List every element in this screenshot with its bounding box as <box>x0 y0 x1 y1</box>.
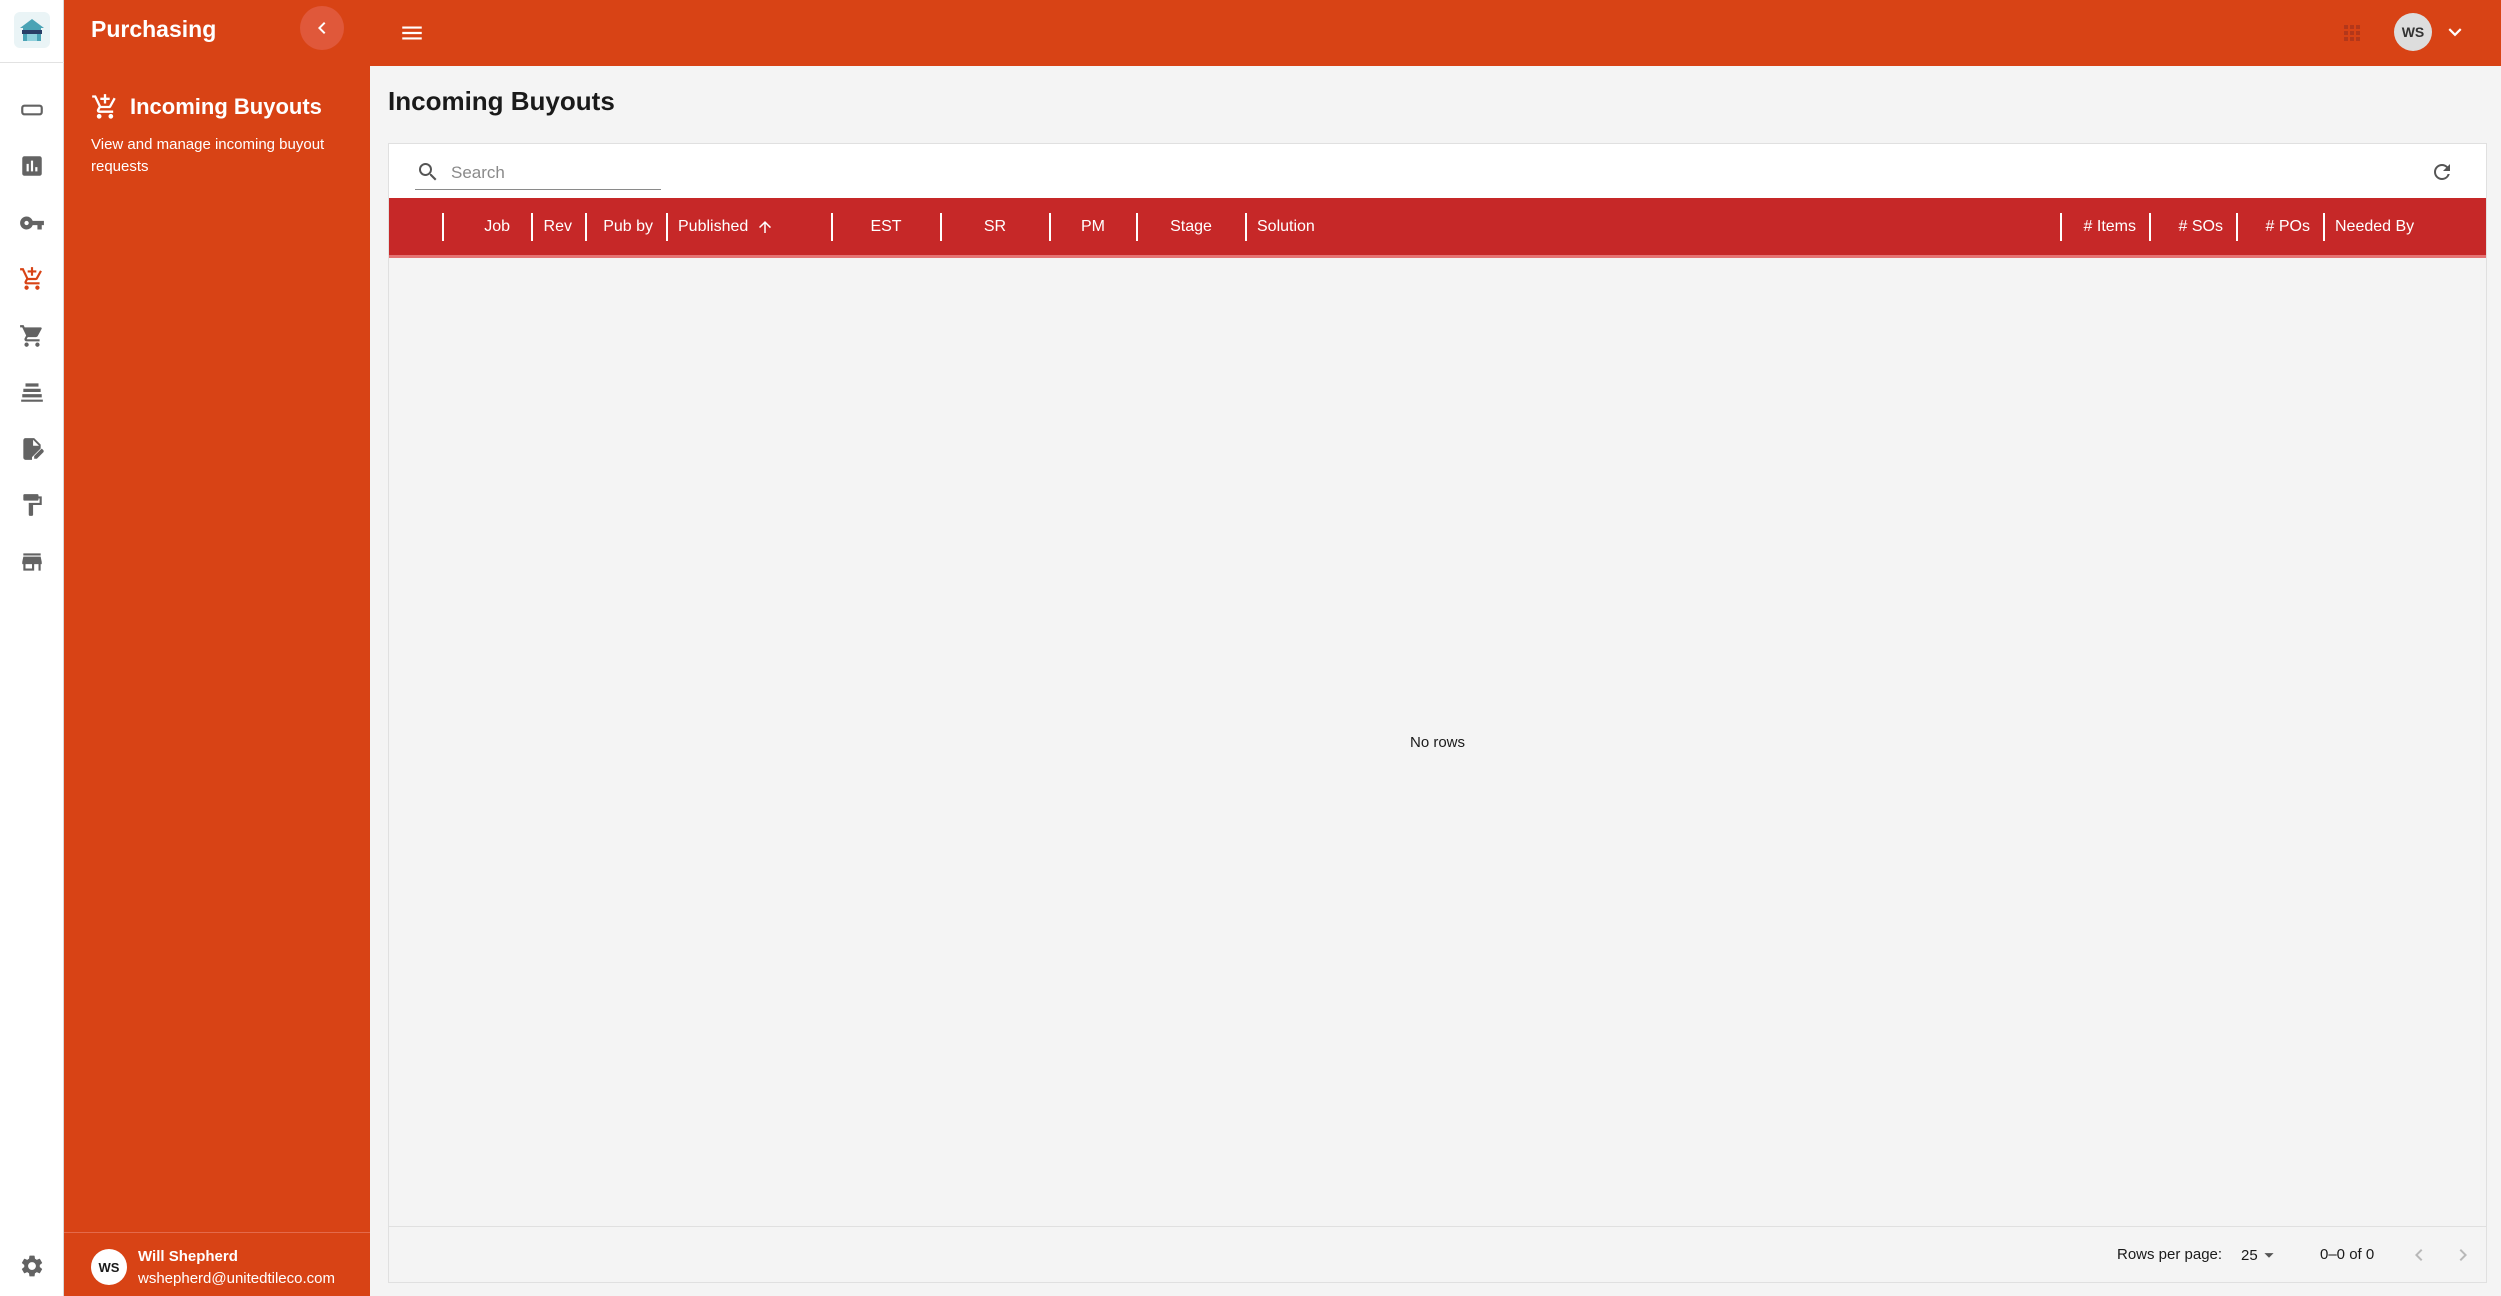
column-label: Solution <box>1257 217 1315 235</box>
column-header-pos[interactable]: # POs <box>2238 198 2322 255</box>
chevron-left-icon <box>2415 1249 2423 1261</box>
user-name: Will Shepherd <box>138 1248 238 1265</box>
column-label: Pub by <box>603 217 653 235</box>
icon-rail <box>0 0 64 1296</box>
rows-per-page-label: Rows per page: <box>2117 1246 2223 1263</box>
column-label: # POs <box>2265 217 2310 235</box>
account-avatar[interactable]: WS <box>2394 13 2432 51</box>
pagination-footer: Rows per page: 25 0–0 of 0 <box>389 1226 2486 1282</box>
column-header-rev[interactable]: Rev <box>533 198 584 255</box>
chevron-left-icon <box>318 22 326 34</box>
column-label: Job <box>484 217 510 235</box>
menu-button[interactable] <box>390 11 434 55</box>
column-label: EST <box>870 217 902 235</box>
key-icon[interactable] <box>10 201 54 245</box>
column-header-solution[interactable]: Solution <box>1247 198 1447 255</box>
search-field <box>415 156 661 190</box>
search-input[interactable] <box>451 159 657 187</box>
nav-item-label: Incoming Buyouts <box>130 94 322 119</box>
rows-per-page-select[interactable]: 25 <box>2241 1240 2280 1270</box>
user-email: wshepherd@unitedtileco.com <box>138 1270 335 1287</box>
column-header-pub-by[interactable]: Pub by <box>587 198 665 255</box>
refresh-icon <box>2434 164 2450 180</box>
column-label: # SOs <box>2178 217 2223 235</box>
storefront-icon[interactable] <box>10 540 54 584</box>
empty-state-message: No rows <box>1409 734 1465 751</box>
apps-grid-icon <box>2344 25 2360 41</box>
page-range-text: 0–0 of 0 <box>2320 1246 2375 1263</box>
column-header-pm[interactable]: PM <box>1051 198 1135 255</box>
refresh-button[interactable] <box>2425 155 2459 189</box>
arrow-up-icon[interactable] <box>756 218 774 236</box>
app-logo[interactable] <box>14 12 50 48</box>
rows-per-page-value: 25 <box>2241 1246 2258 1264</box>
previous-page-button[interactable] <box>2403 1239 2435 1271</box>
column-header-sr[interactable]: SR <box>942 198 1048 255</box>
section-sidebar: Purchasing Incoming Buyouts View and man… <box>64 0 370 1296</box>
column-header-sos[interactable]: # SOs <box>2151 198 2235 255</box>
collapse-sidebar-button[interactable] <box>300 6 344 50</box>
column-header-items[interactable]: # Items <box>2062 198 2148 255</box>
analytics-icon[interactable] <box>10 144 54 188</box>
dropdown-arrow-icon <box>2264 1253 2274 1258</box>
chevron-down-icon <box>2448 28 2462 37</box>
column-header-published[interactable]: Published <box>668 198 818 255</box>
document-edit-icon[interactable] <box>10 427 54 471</box>
user-profile[interactable]: WS Will Shepherd wshepherd@unitedtileco.… <box>64 1232 370 1296</box>
rounded-rect-icon[interactable] <box>10 88 54 132</box>
page-title: Incoming Buyouts <box>388 86 615 116</box>
hamburger-menu-icon <box>402 26 422 40</box>
column-header-est[interactable]: EST <box>833 198 939 255</box>
column-header-job[interactable]: Job <box>444 198 522 255</box>
top-app-bar: WS <box>370 0 2501 66</box>
column-label: Published <box>678 217 749 235</box>
column-label: Stage <box>1170 217 1212 235</box>
column-label: Rev <box>543 217 572 235</box>
avatar: WS <box>91 1249 127 1285</box>
column-header-needed-by[interactable]: Needed By <box>2325 198 2465 255</box>
cart-add-icon[interactable] <box>10 257 54 301</box>
column-label: Needed By <box>2335 217 2415 235</box>
chevron-right-icon <box>2459 1249 2467 1261</box>
section-title: Purchasing <box>91 16 217 42</box>
cart-add-icon <box>91 93 119 121</box>
settings-icon[interactable] <box>10 1244 54 1288</box>
search-icon <box>416 160 440 184</box>
grid-header-row: Job Rev Pub by Published EST SR PM Stage… <box>389 198 2486 258</box>
rail-divider <box>0 62 64 63</box>
data-grid: Job Rev Pub by Published EST SR PM Stage… <box>388 143 2487 1283</box>
column-label: # Items <box>2083 217 2136 235</box>
grid-toolbar <box>389 144 2486 198</box>
column-label: PM <box>1081 217 1105 235</box>
apps-button[interactable] <box>2330 11 2374 55</box>
stack-icon[interactable] <box>10 370 54 414</box>
account-menu-button[interactable] <box>2440 17 2470 47</box>
column-header-stage[interactable]: Stage <box>1138 198 1244 255</box>
next-page-button[interactable] <box>2447 1239 2479 1271</box>
paint-roller-icon[interactable] <box>10 483 54 527</box>
nav-item-description: View and manage incoming buyout requests <box>91 136 325 175</box>
column-label: SR <box>983 217 1007 235</box>
shopping-cart-icon[interactable] <box>10 314 54 358</box>
